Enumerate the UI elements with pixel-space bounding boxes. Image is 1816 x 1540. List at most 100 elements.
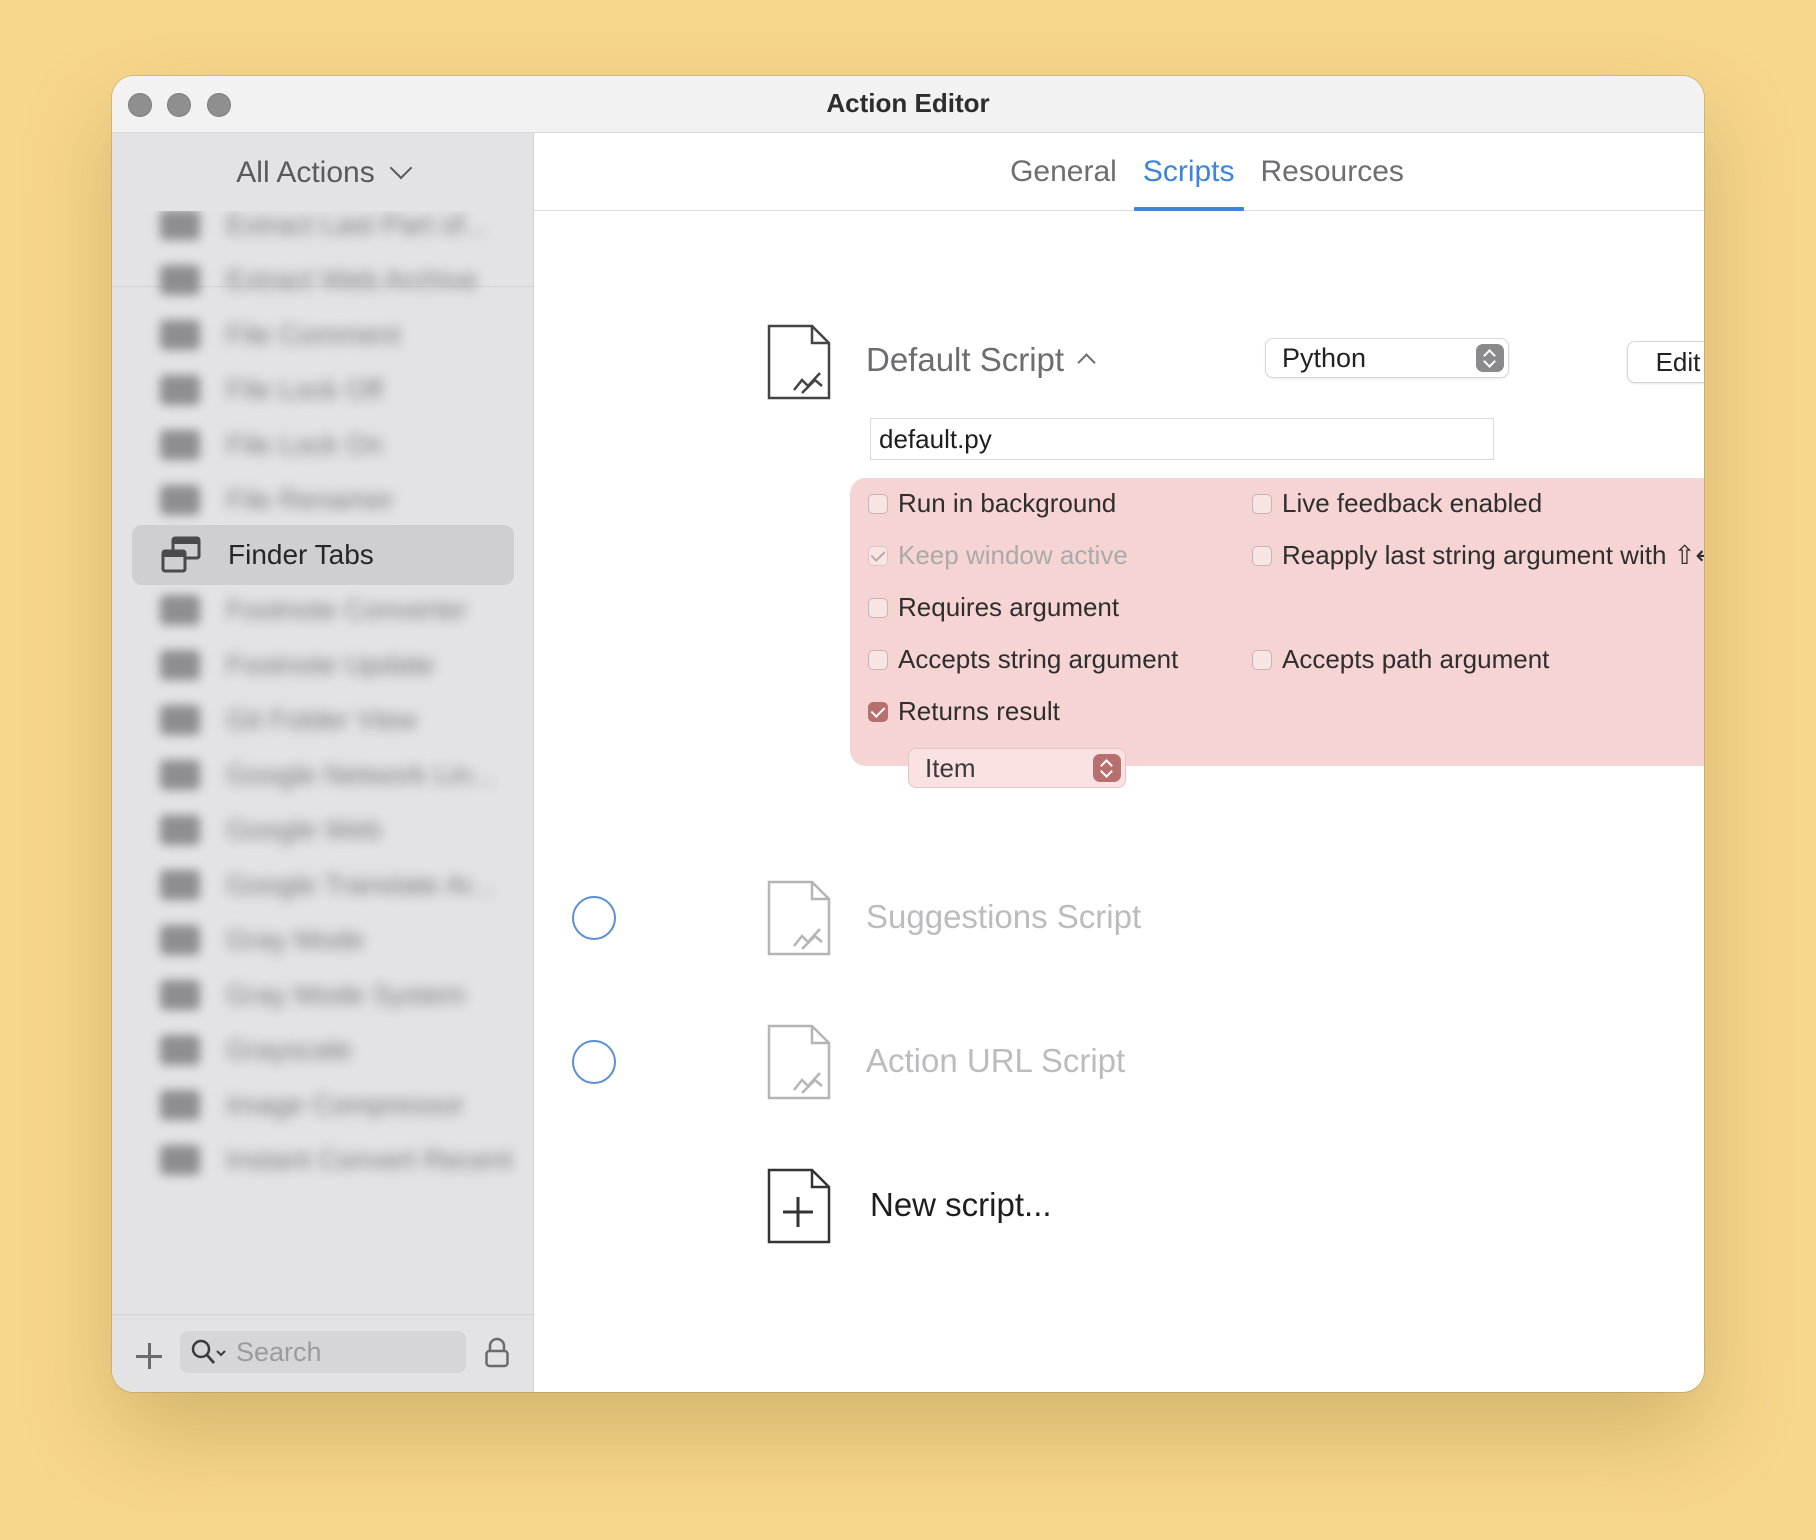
list-item[interactable]: Google Network Lin... — [132, 745, 514, 805]
list-item-label: Image Compressor — [226, 1089, 465, 1120]
tab-bar: General Scripts Resources — [534, 133, 1704, 211]
action-icon — [160, 650, 200, 680]
folder-icon — [160, 320, 200, 350]
accepts-path-argument-checkbox[interactable]: Accepts path argument — [1252, 644, 1549, 675]
result-type-value: Item — [925, 753, 976, 783]
list-item-label: Footnote Converter — [226, 594, 468, 625]
option-label: Keep window active — [898, 540, 1128, 570]
list-item[interactable]: Image Compressor — [132, 1075, 514, 1135]
keep-window-active-checkbox: Keep window active — [868, 540, 1128, 571]
list-item[interactable]: Footnote Update — [132, 635, 514, 695]
list-item-label: Extract Web Archive — [226, 264, 478, 295]
select-stepper-icon — [1093, 754, 1121, 782]
select-stepper-icon — [1476, 344, 1504, 372]
script-file-icon — [767, 324, 831, 400]
checkbox-checked-icon — [868, 545, 888, 566]
suggestions-script-title[interactable]: Suggestions Script — [866, 898, 1141, 936]
list-item-label: Google Network Lin... — [226, 759, 496, 790]
checkbox-icon — [868, 597, 888, 618]
action-list[interactable]: Extract Last Part of... Extract Web Arch… — [112, 211, 533, 1307]
action-icon — [160, 1090, 200, 1120]
list-item-label: Instant Convert Recent — [226, 1144, 513, 1175]
action-icon — [160, 595, 200, 625]
action-icon — [160, 265, 200, 295]
reapply-last-argument-checkbox[interactable]: Reapply last string argument with ⇧↩ — [1252, 540, 1704, 571]
run-in-background-checkbox[interactable]: Run in background — [868, 488, 1116, 519]
search-field[interactable] — [180, 1331, 466, 1373]
list-item-label: Extract Last Part of... — [226, 211, 488, 240]
list-item[interactable]: Instant Convert Recent — [132, 1130, 514, 1190]
checkbox-icon — [868, 649, 888, 670]
list-item[interactable]: Footnote Converter — [132, 580, 514, 640]
checkbox-icon — [1252, 493, 1272, 514]
list-item-label: Google Translate Ar... — [226, 869, 496, 900]
sidebar: All Actions Extract Last Part of... Extr… — [112, 133, 534, 1392]
list-item[interactable]: File Comment — [132, 305, 514, 365]
returns-result-checkbox[interactable]: Returns result — [868, 696, 1060, 727]
tab-general[interactable]: General — [1001, 133, 1126, 210]
list-item[interactable]: Extract Web Archive — [132, 250, 514, 310]
list-item[interactable]: File Lock On — [132, 415, 514, 475]
chevron-up-icon — [1077, 353, 1096, 372]
globe-icon — [160, 870, 200, 900]
result-type-select[interactable]: Item — [908, 748, 1126, 788]
list-item-label: File Lock Off — [226, 374, 383, 405]
script-options-panel: Run in background Live feedback enabled … — [850, 478, 1704, 788]
all-actions-label: All Actions — [236, 156, 375, 189]
new-file-icon[interactable] — [766, 1167, 832, 1245]
globe-icon — [160, 760, 200, 790]
action-icon — [160, 1035, 200, 1065]
action-url-script-title[interactable]: Action URL Script — [866, 1042, 1125, 1080]
live-feedback-checkbox[interactable]: Live feedback enabled — [1252, 488, 1542, 519]
add-action-button[interactable] — [134, 1341, 164, 1371]
checkbox-checked-icon — [868, 701, 888, 722]
accepts-string-argument-checkbox[interactable]: Accepts string argument — [868, 644, 1178, 675]
option-label: Requires argument — [898, 592, 1120, 622]
list-item[interactable]: Grayscale — [132, 1020, 514, 1080]
action-editor-window: Action Editor All Actions Extract Last P… — [112, 76, 1704, 1392]
language-select[interactable]: Python — [1265, 338, 1509, 378]
edit-button[interactable]: Edit — [1627, 341, 1704, 383]
list-item[interactable]: Google Web — [132, 800, 514, 860]
main-panel: General Scripts Resources Default Script… — [534, 133, 1704, 1392]
option-label: Accepts path argument — [1282, 644, 1550, 674]
action-icon — [160, 1145, 200, 1175]
suggestions-script-radio[interactable] — [572, 896, 616, 940]
action-icon — [160, 705, 200, 735]
list-item[interactable]: Gray Mode System — [132, 965, 514, 1025]
action-icon — [160, 211, 200, 240]
default-script-header[interactable]: Default Script — [866, 341, 1096, 379]
list-item[interactable]: Gray Mode — [132, 910, 514, 970]
tab-scripts[interactable]: Scripts — [1133, 133, 1244, 211]
list-item[interactable]: File Lock Off — [132, 360, 514, 420]
action-icon — [160, 980, 200, 1010]
list-item-label: File Lock On — [226, 429, 384, 460]
finder-tabs-icon — [160, 535, 202, 575]
default-script-title: Default Script — [866, 341, 1065, 378]
checkbox-icon — [1252, 649, 1272, 670]
window-title: Action Editor — [826, 88, 990, 118]
folder-icon — [160, 375, 200, 405]
requires-argument-checkbox[interactable]: Requires argument — [868, 592, 1119, 623]
list-item-label: Gray Mode System — [226, 979, 466, 1010]
action-url-script-radio[interactable] — [572, 1040, 616, 1084]
option-label: Accepts string argument — [898, 644, 1179, 674]
checkbox-icon — [1252, 545, 1272, 566]
sidebar-item-finder-tabs[interactable]: Finder Tabs — [132, 525, 514, 585]
list-item[interactable]: File Renamer — [132, 470, 514, 530]
all-actions-dropdown[interactable]: All Actions — [112, 153, 533, 193]
list-item[interactable]: Git Folder View — [132, 690, 514, 750]
language-value: Python — [1282, 343, 1367, 373]
option-label: Reapply last string argument with ⇧↩ — [1282, 540, 1704, 570]
search-input[interactable] — [236, 1336, 436, 1368]
tab-resources[interactable]: Resources — [1252, 133, 1413, 210]
action-icon — [160, 925, 200, 955]
sidebar-footer — [112, 1314, 533, 1392]
script-filename-field[interactable] — [870, 418, 1494, 460]
list-item[interactable]: Extract Last Part of... — [132, 211, 514, 255]
new-script-button[interactable]: New script... — [870, 1186, 1052, 1224]
list-item-label: Footnote Update — [226, 649, 435, 680]
list-item[interactable]: Google Translate Ar... — [132, 855, 514, 915]
lock-icon[interactable] — [484, 1337, 510, 1369]
option-label: Run in background — [898, 488, 1117, 518]
